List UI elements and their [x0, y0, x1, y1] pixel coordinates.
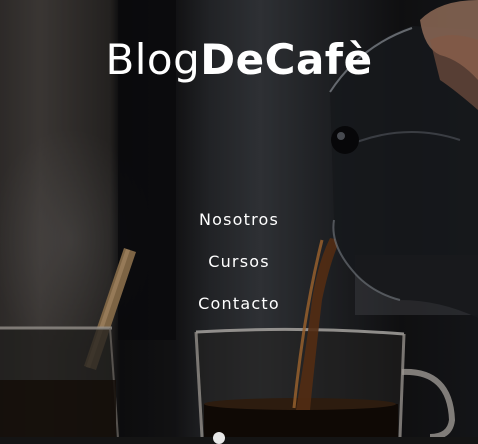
nav-item-cursos: Cursos [0, 248, 478, 290]
site-logo[interactable]: BlogDeCafè [0, 34, 478, 86]
scroll-indicator[interactable] [213, 432, 225, 444]
nav-item-nosotros: Nosotros [0, 206, 478, 248]
nav-link-nosotros[interactable]: Nosotros [199, 210, 279, 229]
nav-item-contacto: Contacto [0, 290, 478, 332]
logo-text-bold: DeCafè [200, 35, 373, 84]
nav-link-contacto[interactable]: Contacto [198, 294, 280, 313]
main-navigation: Nosotros Cursos Contacto [0, 206, 478, 332]
nav-link-cursos[interactable]: Cursos [208, 252, 270, 271]
logo-text-light: Blog [105, 35, 201, 84]
